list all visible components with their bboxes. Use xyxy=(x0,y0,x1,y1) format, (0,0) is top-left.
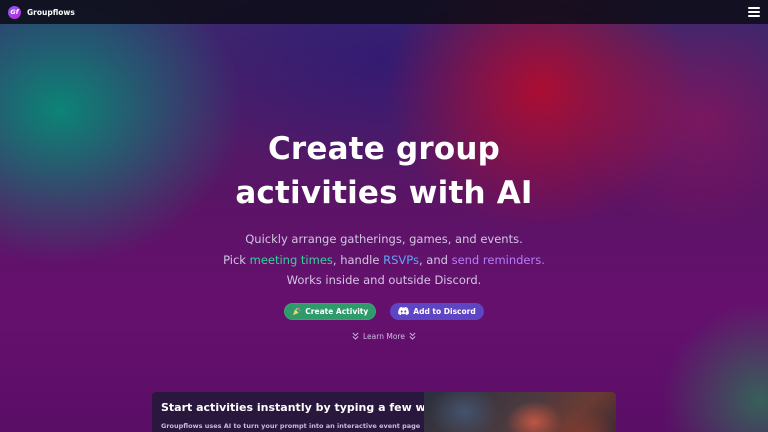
chevrons-down-icon xyxy=(352,332,359,340)
brand-name: Groupflows xyxy=(27,7,75,17)
learn-more-link[interactable]: Learn More xyxy=(352,332,416,341)
chevrons-down-icon xyxy=(409,332,416,340)
subtitle-line-1: Quickly arrange gatherings, games, and e… xyxy=(245,232,523,246)
add-to-discord-button[interactable]: Add to Discord xyxy=(390,302,484,320)
meeting-times-highlight: meeting times xyxy=(249,252,333,267)
subtitle-text: , handle xyxy=(332,252,384,267)
hero-subtitle: Quickly arrange gatherings, games, and e… xyxy=(0,229,768,291)
feature-card: Start activities instantly by typing a f… xyxy=(152,392,616,432)
subtitle-text: , and xyxy=(418,252,452,267)
create-activity-label: Create Activity xyxy=(305,306,369,316)
rsvps-highlight: RSVPs xyxy=(383,252,419,267)
learn-more-label: Learn More xyxy=(363,331,405,341)
subtitle-line-3: Works inside and outside Discord. xyxy=(286,273,482,287)
top-nav: Gf Groupflows xyxy=(0,0,768,24)
feature-illustration xyxy=(424,392,616,432)
feature-text: Start activities instantly by typing a f… xyxy=(161,401,458,430)
hero-headline: Create group activities with AI xyxy=(0,127,768,215)
feature-description: Groupflows uses AI to turn your prompt i… xyxy=(161,422,421,430)
hamburger-icon-bar xyxy=(748,15,760,17)
hamburger-icon-bar xyxy=(748,7,760,9)
logo-icon: Gf xyxy=(8,5,21,19)
send-reminders-highlight: send reminders. xyxy=(451,252,545,267)
headline-line-2: activities with AI xyxy=(235,175,533,211)
hamburger-menu-button[interactable] xyxy=(748,7,760,17)
discord-icon xyxy=(398,307,410,315)
party-popper-icon xyxy=(293,307,301,315)
brand-home-link[interactable]: Gf Groupflows xyxy=(8,5,75,19)
headline-line-1: Create group xyxy=(267,131,501,167)
add-to-discord-label: Add to Discord xyxy=(413,306,476,316)
feature-title: Start activities instantly by typing a f… xyxy=(161,401,458,414)
hero-section: Create group activities with AI Quickly … xyxy=(0,24,768,344)
subtitle-text: Pick xyxy=(223,252,250,267)
subtitle-line-2: Pick meeting times, handle RSVPs, and se… xyxy=(0,250,768,271)
hamburger-icon-bar xyxy=(748,11,760,13)
create-activity-button[interactable]: Create Activity xyxy=(284,302,377,320)
cta-row: Create Activity Add to Discord xyxy=(0,302,768,320)
